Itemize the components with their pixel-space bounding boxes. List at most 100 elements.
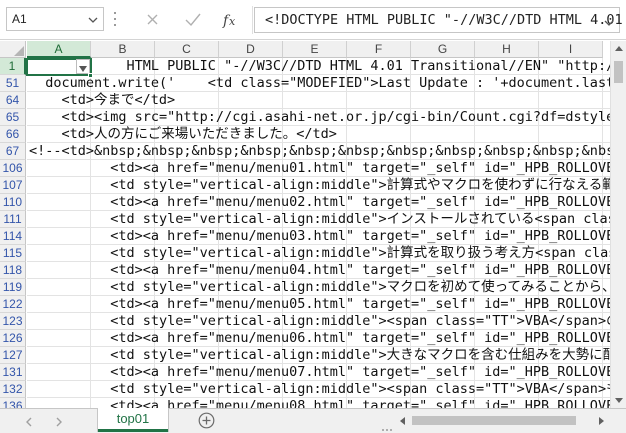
table-row: 115 <td style="vertical-align:middle">計算… xyxy=(0,245,610,262)
horizontal-scrollbar[interactable] xyxy=(394,412,610,429)
row-header[interactable]: 67 xyxy=(0,143,26,160)
function-icon: f x xyxy=(222,13,236,29)
column-header-d[interactable]: D xyxy=(219,41,283,58)
table-row: 114 <td><a href="menu/menu03.html" targe… xyxy=(0,228,610,245)
cell-text: <td><a href="menu/menu02.html" target="_… xyxy=(110,194,610,210)
column-header-e[interactable]: E xyxy=(283,41,347,58)
vertical-scrollbar[interactable] xyxy=(610,41,626,408)
table-row: 123 <td style="vertical-align:middle"><s… xyxy=(0,313,610,330)
cell-text: <!DOCTY HTML PUBLIC "-//W3C//DTD HTML 4.… xyxy=(29,58,610,74)
triangle-up-icon xyxy=(615,46,623,51)
column-header-c[interactable]: C xyxy=(155,41,219,58)
row-header[interactable]: 131 xyxy=(0,364,26,381)
cell-text: <td style="vertical-align:middle">計算式やマク… xyxy=(29,177,610,193)
table-row: 132 <td style="vertical-align:middle"><s… xyxy=(0,381,610,398)
row-header[interactable]: 126 xyxy=(0,330,26,347)
chevron-right-icon xyxy=(56,417,62,427)
filter-button[interactable] xyxy=(76,59,90,74)
row-header[interactable]: 111 xyxy=(0,211,26,228)
table-row: 67 <!--<td>&nbsp;&nbsp;&nbsp;&nbsp;&nbsp;… xyxy=(0,143,610,160)
row-header[interactable]: 123 xyxy=(0,313,26,330)
scroll-thumb[interactable] xyxy=(412,416,576,425)
row-header[interactable]: 127 xyxy=(0,347,26,364)
cell-text: <td>人の方にご来場いただきました。</td> xyxy=(29,126,337,142)
chevron-down-icon[interactable] xyxy=(603,14,615,26)
row-header[interactable]: 118 xyxy=(0,262,26,279)
table-row: 110 <td><a href="menu/menu02.html" targe… xyxy=(0,194,610,211)
scroll-thumb[interactable] xyxy=(614,61,623,83)
cell-text: <td><a href="menu/menu08.html" target="_… xyxy=(110,398,610,408)
column-header-a[interactable]: A xyxy=(27,41,91,58)
cell-text: <td><a href="menu/menu01.html" target="_… xyxy=(110,160,610,176)
scroll-left-button[interactable] xyxy=(396,413,410,427)
column-header-i[interactable]: I xyxy=(539,41,603,58)
cell-text: <td style="vertical-align:middle">大きなマクロ… xyxy=(29,347,610,363)
row-header[interactable]: 65 xyxy=(0,109,26,126)
cell-text: <td><a href="menu/menu05.html" target="_… xyxy=(110,296,610,312)
table-row: 111 <td style="vertical-align:middle">イン… xyxy=(0,211,610,228)
check-icon xyxy=(185,13,201,27)
prev-sheet-button[interactable] xyxy=(22,414,36,428)
sheet-tab-top01[interactable]: top01 xyxy=(98,408,168,432)
cell-text: <td style="vertical-align:middle">計算式を取り… xyxy=(110,245,610,261)
drag-handle-icon[interactable] xyxy=(112,12,118,28)
table-row: 107 <td style="vertical-align:middle">計算… xyxy=(0,177,610,194)
add-sheet-button[interactable] xyxy=(198,412,215,429)
name-box[interactable]: A1 xyxy=(6,7,104,31)
scroll-right-button[interactable] xyxy=(594,413,608,427)
select-all-button[interactable] xyxy=(0,41,26,58)
cell-text: <td style="vertical-align:middle"><span … xyxy=(110,381,610,397)
sheet-tab-bar: top01 xyxy=(0,408,626,433)
row-header[interactable]: 110 xyxy=(0,194,26,211)
column-header-g[interactable]: G xyxy=(411,41,475,58)
table-row: 106 <td><a href="menu/menu01.html" targe… xyxy=(0,160,610,177)
cell-text: <!--<td>&nbsp;&nbsp;&nbsp;&nbsp;&nbsp;&n… xyxy=(29,143,610,159)
formula-bar: A1 f x <!DOCTYPE HTML PUBLIC "-//W3C//DT… xyxy=(0,0,626,40)
cell-text: <td style="vertical-align:middle"><span … xyxy=(110,313,610,329)
chevron-left-icon xyxy=(26,417,32,427)
fill-handle[interactable] xyxy=(88,73,93,78)
row-header[interactable]: 51 xyxy=(0,75,26,92)
row-header[interactable]: 66 xyxy=(0,126,26,143)
triangle-down-icon xyxy=(615,398,623,403)
cell-text: <td><a href="menu/menu07.html" target="_… xyxy=(110,364,610,380)
close-icon xyxy=(147,14,158,25)
table-row: 131 <td><a href="menu/menu07.html" targe… xyxy=(0,364,610,381)
insert-function-button[interactable]: f x xyxy=(218,8,244,32)
table-row: 127 <td style="vertical-align:middle">大き… xyxy=(0,347,610,364)
row-header[interactable]: 1 xyxy=(0,58,26,75)
row-header[interactable]: 136 xyxy=(0,398,26,408)
row-header[interactable]: 122 xyxy=(0,296,26,313)
spreadsheet-grid[interactable]: ABCDEFGHI 1<!DOCTY HTML PUBLIC "-//W3C//… xyxy=(0,41,610,408)
column-header-h[interactable]: H xyxy=(475,41,539,58)
row-header[interactable]: 106 xyxy=(0,160,26,177)
cell-text: <td><a href="menu/menu04.html" target="_… xyxy=(110,262,610,278)
row-header[interactable]: 114 xyxy=(0,228,26,245)
row-header[interactable]: 107 xyxy=(0,177,26,194)
formula-input[interactable]: <!DOCTYPE HTML PUBLIC "-//W3C//DTD HTML … xyxy=(254,7,623,33)
column-header-f[interactable]: F xyxy=(347,41,411,58)
divider xyxy=(252,6,253,34)
scroll-down-button[interactable] xyxy=(611,392,626,408)
table-row: 65 <td><img src="http://cgi.asahi-net.or… xyxy=(0,109,610,126)
row-header[interactable]: 64 xyxy=(0,92,26,109)
cell-text: <td><a href="menu/menu06.html" target="_… xyxy=(110,330,610,346)
triangle-left-icon xyxy=(400,417,405,425)
name-box-value: A1 xyxy=(12,12,27,26)
scroll-up-button[interactable] xyxy=(611,41,626,57)
triangle-right-icon xyxy=(599,417,604,425)
formula-input-value: <!DOCTYPE HTML PUBLIC "-//W3C//DTD HTML … xyxy=(265,12,623,28)
enter-button[interactable] xyxy=(180,8,206,32)
column-header-b[interactable]: B xyxy=(91,41,155,58)
table-row: 119 <td style="vertical-align:middle">マク… xyxy=(0,279,610,296)
row-header[interactable]: 132 xyxy=(0,381,26,398)
row-header[interactable]: 115 xyxy=(0,245,26,262)
plus-circle-icon xyxy=(198,412,215,429)
next-sheet-button[interactable] xyxy=(52,414,66,428)
cancel-button[interactable] xyxy=(140,8,166,32)
row-header[interactable]: 119 xyxy=(0,279,26,296)
table-row: 126 <td><a href="menu/menu06.html" targe… xyxy=(0,330,610,347)
table-row: 118 <td><a href="menu/menu04.html" targe… xyxy=(0,262,610,279)
split-handle-icon[interactable] xyxy=(382,418,392,431)
chevron-down-icon[interactable] xyxy=(87,12,99,26)
